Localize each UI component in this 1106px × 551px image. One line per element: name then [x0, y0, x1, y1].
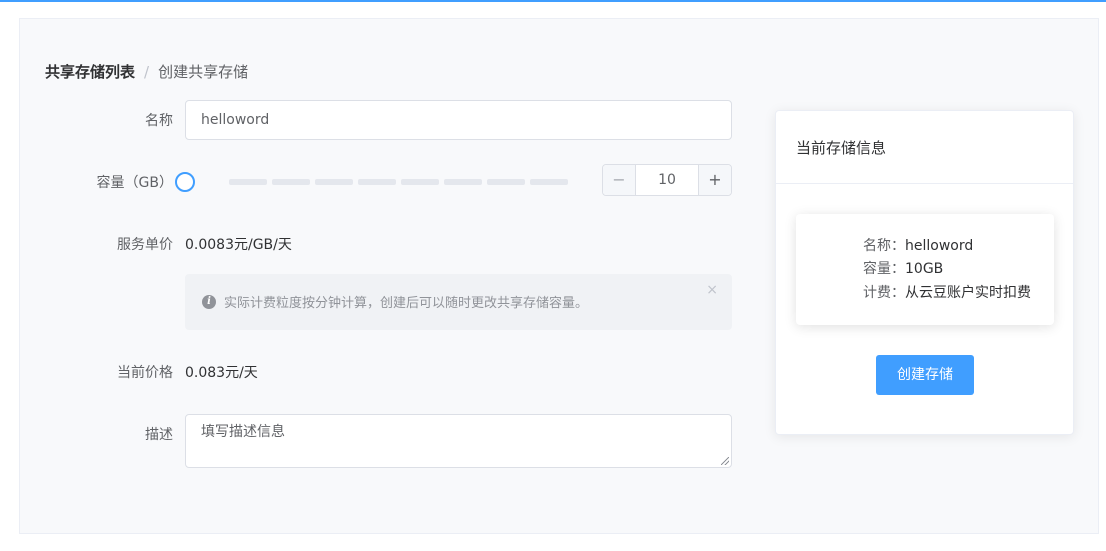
summary-capacity-value: 10GB: [905, 261, 944, 277]
summary-capacity-key: 容量：: [863, 261, 905, 277]
current-price-label: 当前价格: [117, 365, 173, 381]
capacity-stepper: − 10 +: [602, 164, 732, 196]
card-header: 当前存储信息: [776, 111, 1073, 184]
summary-billing-row: 计费：从云豆账户实时扣费: [863, 282, 1031, 302]
summary-billing-value: 从云豆账户实时扣费: [905, 285, 1031, 301]
slider-stop: [272, 179, 310, 185]
top-accent-bar: [0, 0, 1106, 2]
storage-info-card: 当前存储信息 名称：helloword 容量：10GB 计费：从云豆账户实时扣费…: [775, 110, 1074, 435]
summary-name-key: 名称：: [863, 238, 905, 254]
summary-name-value: helloword: [905, 238, 974, 254]
name-label: 名称: [145, 113, 173, 129]
slider-stop: [315, 179, 353, 185]
description-label: 描述: [145, 427, 173, 443]
unit-price-label: 服务单价: [117, 237, 173, 253]
billing-notice-alert: i 实际计费粒度按分钟计算，创建后可以随时更改共享存储容量。 ×: [185, 274, 732, 330]
close-icon[interactable]: ×: [706, 282, 718, 298]
main-panel: 共享存储列表 / 创建共享存储 名称 helloword 容量（GB） − 10 +…: [19, 18, 1099, 534]
breadcrumb: 共享存储列表 / 创建共享存储: [45, 61, 248, 82]
description-textarea[interactable]: 填写描述信息: [185, 414, 732, 468]
summary-name-row: 名称：helloword: [863, 235, 973, 255]
alert-message: 实际计费粒度按分钟计算，创建后可以随时更改共享存储容量。: [224, 296, 589, 311]
capacity-slider-handle[interactable]: [175, 172, 195, 192]
slider-stop: [358, 179, 396, 185]
slider-stop: [487, 179, 525, 185]
capacity-input[interactable]: 10: [636, 165, 698, 195]
slider-stop: [401, 179, 439, 185]
breadcrumb-separator: /: [144, 63, 150, 81]
slider-stop: [530, 179, 568, 185]
description-placeholder: 填写描述信息: [201, 424, 285, 440]
summary-capacity-row: 容量：10GB: [863, 258, 943, 278]
current-price-value: 0.083元/天: [185, 365, 258, 381]
name-input[interactable]: helloword: [185, 100, 732, 140]
breadcrumb-storage-list[interactable]: 共享存储列表: [45, 63, 135, 81]
slider-stop: [229, 179, 267, 185]
capacity-label: 容量（GB）: [96, 175, 173, 191]
capacity-slider-track[interactable]: [185, 179, 572, 185]
card-title: 当前存储信息: [796, 139, 887, 157]
increase-button[interactable]: +: [698, 165, 731, 195]
create-storage-button[interactable]: 创建存储: [876, 355, 974, 395]
breadcrumb-current: 创建共享存储: [158, 63, 249, 81]
info-icon: i: [202, 295, 216, 309]
summary-billing-key: 计费：: [863, 285, 905, 301]
unit-price-value: 0.0083元/GB/天: [185, 237, 292, 253]
slider-stop: [444, 179, 482, 185]
resize-handle[interactable]: [721, 457, 729, 465]
decrease-button[interactable]: −: [603, 165, 636, 195]
storage-summary-box: 名称：helloword 容量：10GB 计费：从云豆账户实时扣费: [796, 214, 1054, 325]
